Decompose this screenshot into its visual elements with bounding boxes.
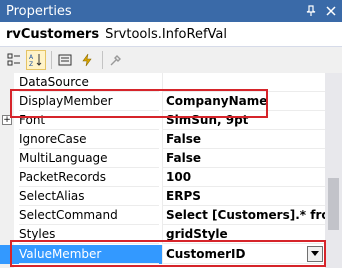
window-title: Properties xyxy=(6,3,72,19)
highlight-box-valuemember xyxy=(10,240,326,267)
property-name: PacketRecords xyxy=(19,168,159,187)
property-name: IgnoreCase xyxy=(19,130,159,149)
property-row-selectalias[interactable]: SelectAlias ERPS xyxy=(0,187,325,206)
property-value[interactable]: False xyxy=(162,149,325,168)
property-row-ignorecase[interactable]: IgnoreCase False xyxy=(0,130,325,149)
property-value[interactable]: Select [Customers].* from xyxy=(162,206,325,225)
alphabetical-icon: AZ xyxy=(29,54,42,67)
alphabetical-button[interactable]: AZ xyxy=(26,50,46,70)
close-icon[interactable] xyxy=(322,2,340,20)
events-button[interactable] xyxy=(77,50,97,70)
categorized-icon xyxy=(7,53,20,66)
window-titlebar: Properties xyxy=(0,0,342,22)
toolbar-separator xyxy=(51,51,52,69)
events-icon xyxy=(82,53,92,67)
property-value[interactable]: ERPS xyxy=(162,187,325,206)
property-name: SelectCommand xyxy=(19,206,159,225)
property-value[interactable]: 100 xyxy=(162,168,325,187)
highlight-box-displaymember xyxy=(10,89,268,118)
object-name: rvCustomers xyxy=(6,26,100,42)
property-row-packetrecords[interactable]: PacketRecords 100 xyxy=(0,168,325,187)
property-name: SelectAlias xyxy=(19,187,159,206)
categorized-button[interactable] xyxy=(4,50,24,70)
properties-toolbar: AZ xyxy=(0,47,342,73)
property-pages-icon xyxy=(110,55,121,66)
object-selector[interactable]: rvCustomers Srvtools.InfoRefVal xyxy=(0,22,342,47)
toolbar-separator xyxy=(102,51,103,69)
property-row-selectcommand[interactable]: SelectCommand Select [Customers].* from xyxy=(0,206,325,225)
property-row-multilanguage[interactable]: MultiLanguage False xyxy=(0,149,325,168)
property-pages-button[interactable] xyxy=(106,50,126,70)
property-value[interactable]: False xyxy=(162,130,325,149)
object-type: Srvtools.InfoRefVal xyxy=(105,26,227,42)
property-name: MultiLanguage xyxy=(19,149,159,168)
properties-button[interactable] xyxy=(55,50,75,70)
pin-icon[interactable] xyxy=(302,2,320,20)
properties-icon xyxy=(58,54,72,66)
svg-text:A: A xyxy=(29,54,34,61)
vertical-scrollbar[interactable] xyxy=(325,73,342,268)
svg-text:Z: Z xyxy=(29,61,33,67)
scrollbar-thumb[interactable] xyxy=(328,178,339,230)
